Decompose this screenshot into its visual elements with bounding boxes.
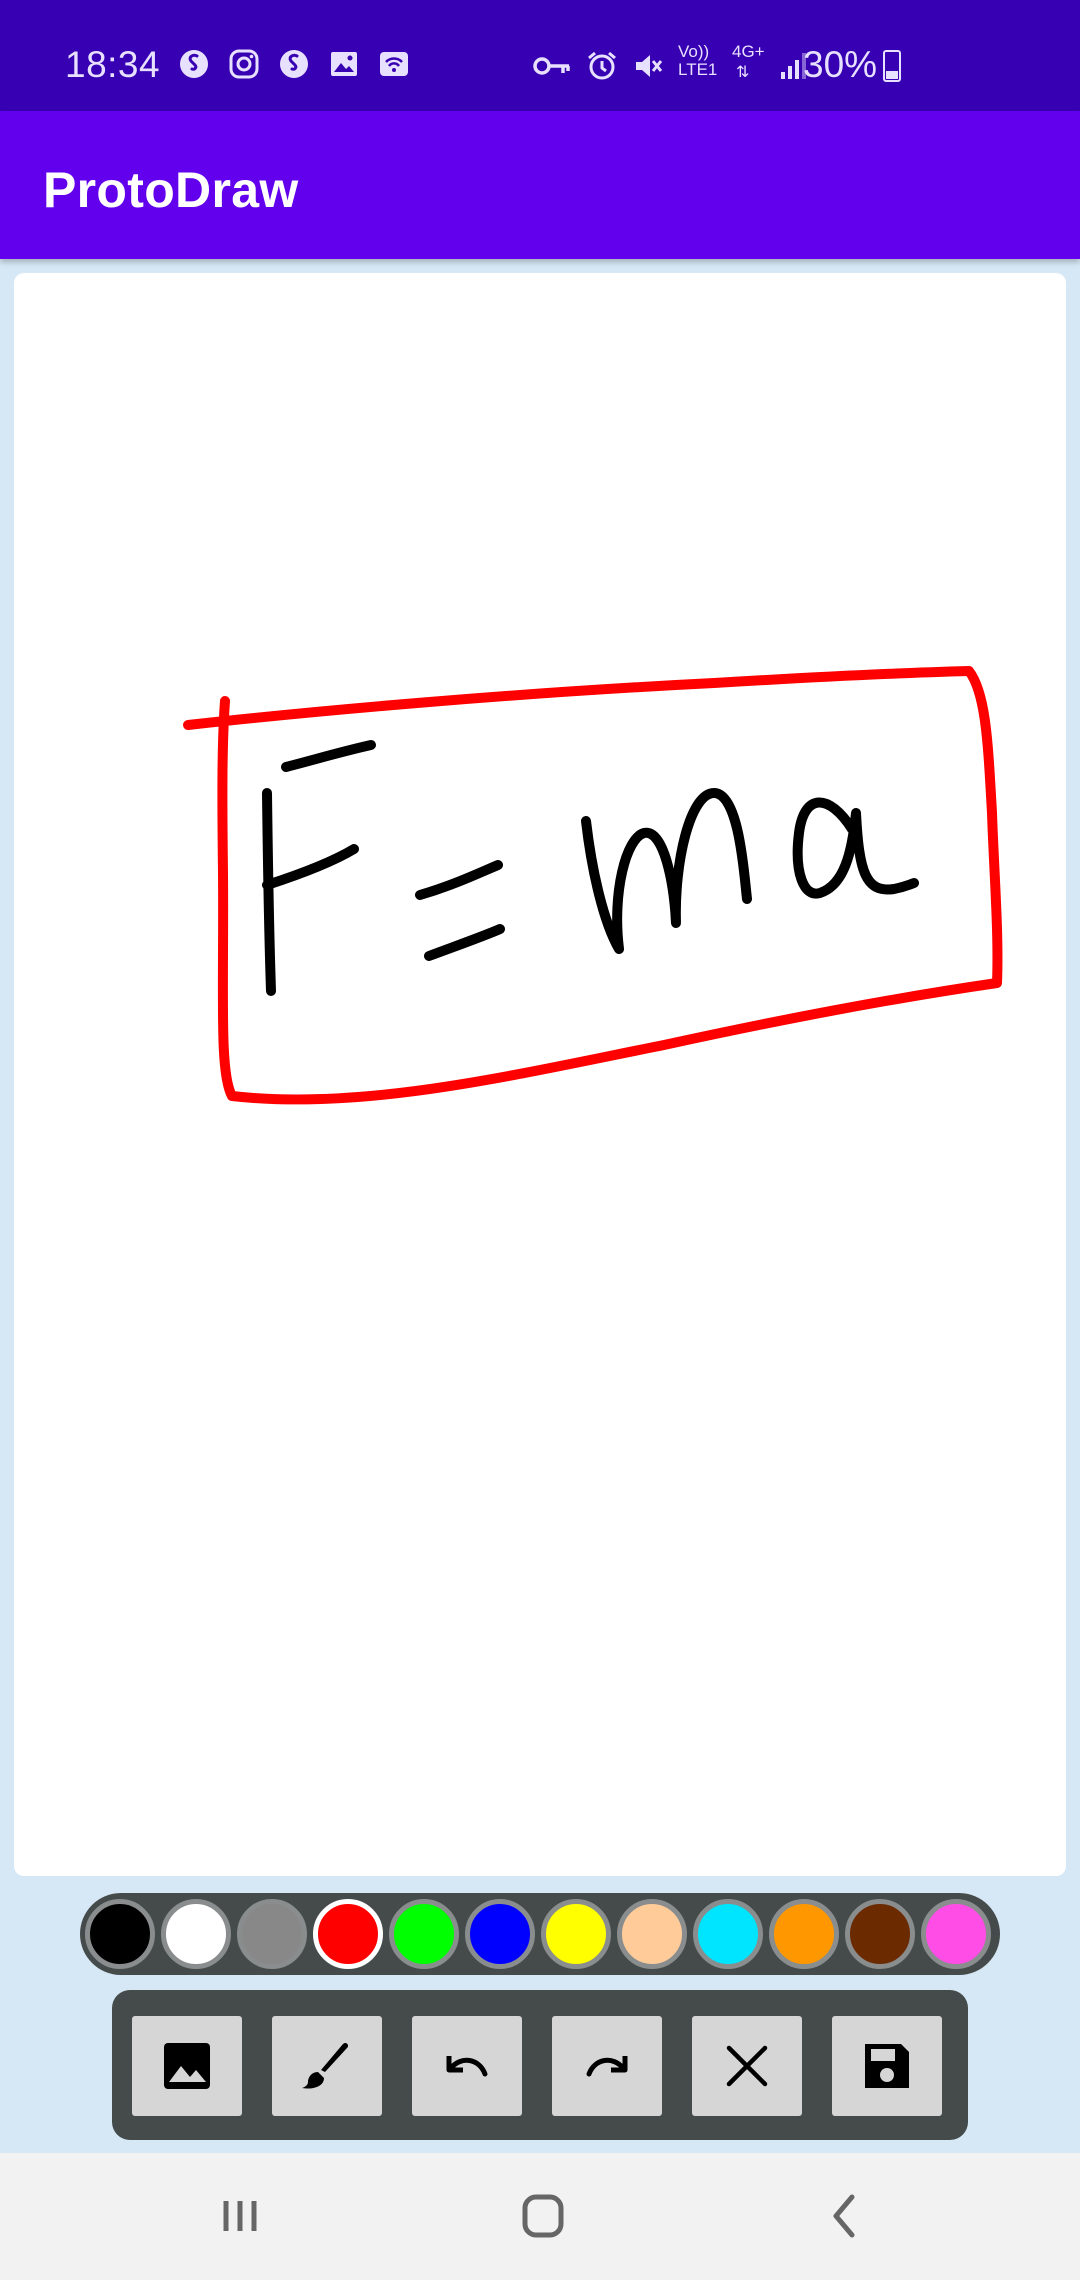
back-icon bbox=[833, 2194, 855, 2238]
color-swatch[interactable] bbox=[541, 1899, 611, 1969]
letter-m-stroke bbox=[581, 788, 752, 954]
letter-a-stroke bbox=[792, 797, 919, 899]
network-label: 4G+ bbox=[732, 42, 765, 61]
mute-icon bbox=[632, 50, 664, 82]
save-icon bbox=[865, 2044, 909, 2088]
home-button[interactable] bbox=[503, 2181, 583, 2251]
back-button[interactable] bbox=[806, 2181, 886, 2251]
color-swatch[interactable] bbox=[693, 1899, 763, 1969]
drawing-layer bbox=[183, 666, 1003, 1105]
shazam-icon bbox=[278, 48, 310, 80]
battery-fill bbox=[886, 70, 898, 79]
clear-icon bbox=[726, 2045, 768, 2087]
color-swatch[interactable] bbox=[921, 1899, 991, 1969]
brush-icon bbox=[302, 2042, 349, 2089]
insert-image-button[interactable] bbox=[132, 2016, 242, 2116]
alarm-icon bbox=[586, 50, 618, 82]
color-swatch[interactable] bbox=[389, 1899, 459, 1969]
vpn-key-icon bbox=[532, 50, 572, 82]
recent-apps-icon bbox=[223, 2201, 257, 2231]
brush-button[interactable] bbox=[272, 2016, 382, 2116]
redo-icon bbox=[586, 2056, 628, 2077]
undo-icon bbox=[446, 2056, 488, 2077]
instagram-icon bbox=[228, 48, 260, 80]
battery-percent: 30% bbox=[803, 44, 878, 85]
network-type-icon: 4G+ ⇅ bbox=[732, 42, 765, 84]
system-icons: Vo)) LTE1 4G+ ⇅ bbox=[532, 42, 810, 84]
color-palette bbox=[80, 1893, 1000, 1975]
color-swatch[interactable] bbox=[617, 1899, 687, 1969]
undo-button[interactable] bbox=[412, 2016, 522, 2116]
notification-icons bbox=[178, 48, 410, 80]
volte-icon: Vo)) LTE1 bbox=[678, 42, 718, 84]
color-swatch[interactable] bbox=[313, 1899, 383, 1969]
app-title: ProtoDraw bbox=[43, 162, 299, 218]
data-arrows-icon: ⇅ bbox=[736, 64, 750, 81]
wifi-hotspot-icon bbox=[378, 48, 410, 80]
app-bar: ProtoDraw bbox=[0, 111, 1080, 259]
shazam-icon bbox=[178, 48, 210, 80]
home-icon bbox=[522, 2194, 564, 2238]
clear-button[interactable] bbox=[692, 2016, 802, 2116]
color-swatch[interactable] bbox=[85, 1899, 155, 1969]
color-swatch[interactable] bbox=[237, 1899, 307, 1969]
equals-sign-stroke bbox=[415, 860, 505, 961]
recent-apps-button[interactable] bbox=[200, 2181, 280, 2251]
gallery-icon bbox=[328, 48, 360, 80]
redo-button[interactable] bbox=[552, 2016, 662, 2116]
color-swatch[interactable] bbox=[161, 1899, 231, 1969]
status-bar: 18:34 Vo)) LTE1 4G+ ⇅ 30% bbox=[0, 0, 1080, 111]
save-button[interactable] bbox=[832, 2016, 942, 2116]
color-swatch[interactable] bbox=[465, 1899, 535, 1969]
drawing-canvas[interactable] bbox=[14, 273, 1066, 1876]
letter-f-stroke bbox=[262, 740, 376, 996]
image-icon bbox=[164, 2043, 210, 2089]
color-swatch[interactable] bbox=[769, 1899, 839, 1969]
toolbar bbox=[112, 1990, 968, 2140]
color-swatch[interactable] bbox=[845, 1899, 915, 1969]
volte-label: Vo)) bbox=[678, 42, 710, 61]
lte-label: LTE1 bbox=[678, 60, 718, 79]
battery-icon bbox=[883, 50, 901, 82]
status-time: 18:34 bbox=[65, 44, 161, 85]
navigation-bar bbox=[0, 2153, 1080, 2280]
